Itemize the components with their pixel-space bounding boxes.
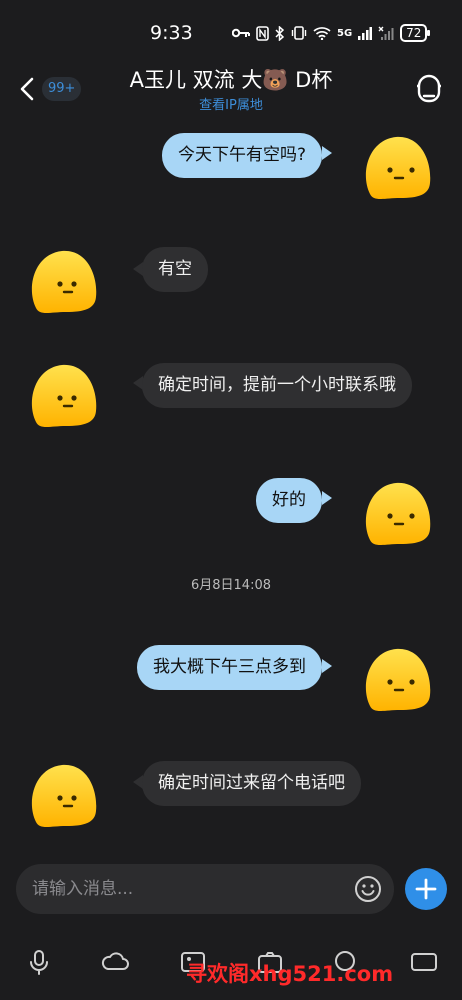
profile-icon[interactable] xyxy=(414,72,444,104)
add-attachment-button[interactable] xyxy=(405,868,447,910)
view-ip-location-link[interactable]: 查看IP属地 xyxy=(0,94,462,113)
watermark: 寻欢阁xhg521.com xyxy=(186,962,394,986)
emoji-icon[interactable] xyxy=(354,875,382,903)
signal-off-icon xyxy=(378,26,394,40)
nfc-icon xyxy=(256,25,269,41)
message-bubble[interactable]: 好的 xyxy=(256,478,322,523)
my-avatar[interactable] xyxy=(362,480,434,546)
battery-indicator: 72 xyxy=(400,24,431,42)
chat-title: A玉儿 双流 大🐻 D杯 xyxy=(129,68,333,92)
message-bubble[interactable]: 确定时间，提前一个小时联系哦 xyxy=(142,363,412,408)
contact-avatar[interactable] xyxy=(28,362,100,428)
message-composer xyxy=(16,864,394,914)
cloud-icon[interactable] xyxy=(101,948,129,976)
gif-icon[interactable] xyxy=(410,948,438,976)
contact-avatar[interactable] xyxy=(28,248,100,314)
mic-icon[interactable] xyxy=(25,948,53,976)
plus-icon xyxy=(415,878,437,900)
message-bubble[interactable]: 确定时间过来留个电话吧 xyxy=(142,761,361,806)
status-time: 9:33 xyxy=(150,22,193,44)
signal-icon xyxy=(358,27,373,40)
wifi-icon xyxy=(313,27,331,40)
message-bubble[interactable]: 今天下午有空吗? xyxy=(161,133,322,178)
message-input[interactable] xyxy=(32,864,352,914)
contact-avatar[interactable] xyxy=(28,762,100,828)
bluetooth-icon xyxy=(275,25,285,41)
bubble-tail xyxy=(322,146,332,160)
my-avatar[interactable] xyxy=(362,134,434,200)
status-icons: 5G 72 xyxy=(232,24,431,42)
chat-header: 99+ A玉儿 双流 大🐻 D杯 查看IP属地 xyxy=(0,60,462,116)
status-bar: 9:33 5G 72 xyxy=(0,0,462,64)
vibrate-icon xyxy=(291,26,307,40)
key-icon xyxy=(232,28,250,38)
bubble-tail xyxy=(322,491,332,505)
network-label: 5G xyxy=(337,27,353,39)
message-bubble[interactable]: 有空 xyxy=(142,247,208,292)
my-avatar[interactable] xyxy=(362,646,434,712)
bubble-tail xyxy=(322,659,332,673)
message-timestamp: 6月8日14:08 xyxy=(190,578,271,593)
message-bubble[interactable]: 我大概下午三点多到 xyxy=(137,645,322,690)
